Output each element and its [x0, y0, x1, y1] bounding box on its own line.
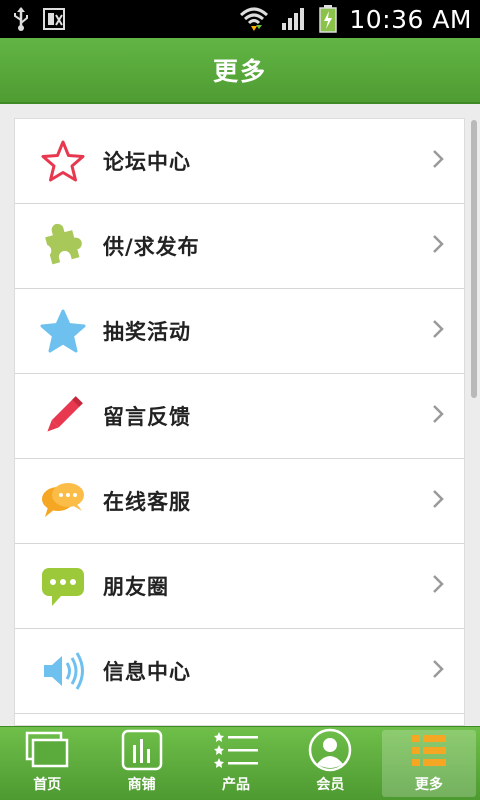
tab-label: 会员: [316, 777, 345, 793]
menu-item-label: 信息中心: [103, 660, 191, 684]
menu-item-supply-demand[interactable]: 供/求发布: [15, 204, 464, 289]
menu-item-feedback[interactable]: 留言反馈: [15, 374, 464, 459]
menu-item-label: 供/求发布: [103, 235, 200, 259]
chevron-right-icon: [432, 659, 444, 683]
menu-item-forum[interactable]: 论坛中心: [15, 119, 464, 204]
shop-bars-icon: [121, 728, 163, 772]
chat-bubbles-icon: [39, 477, 87, 525]
battery-charging-icon: [319, 5, 338, 33]
menu-item-partial: [15, 714, 464, 725]
clock: 10:36 AM: [349, 4, 472, 34]
tab-more[interactable]: 更多: [381, 730, 477, 797]
tab-member[interactable]: 会员: [283, 727, 377, 800]
tab-products[interactable]: 产品: [189, 727, 283, 800]
usb-icon: [12, 5, 30, 33]
tab-label: 更多: [414, 777, 443, 793]
tab-label: 首页: [33, 777, 62, 793]
scrollbar[interactable]: [471, 120, 477, 398]
chevron-right-icon: [432, 489, 444, 513]
menu-item-label: 留言反馈: [103, 405, 191, 429]
star-filled-icon: [39, 307, 87, 355]
menu-item-label: 论坛中心: [103, 150, 191, 174]
menu-item-messages[interactable]: 信息中心: [15, 629, 464, 714]
menu-item-label: 抽奖活动: [103, 320, 191, 344]
member-avatar-icon: [308, 728, 352, 772]
menu-item-friends[interactable]: 朋友圈: [15, 544, 464, 629]
wifi-icon: [239, 5, 269, 33]
app-header: 更多: [0, 38, 480, 104]
signal-icon: [281, 5, 307, 33]
tab-label: 商铺: [127, 777, 156, 793]
more-list-icon: [410, 730, 448, 772]
sim-card-icon: [42, 5, 66, 33]
chevron-right-icon: [432, 574, 444, 598]
menu-item-lottery[interactable]: 抽奖活动: [15, 289, 464, 374]
menu-list: 论坛中心 供/求发布 抽奖活动 留言反馈 在线客服 朋友圈 信息中心: [14, 118, 465, 726]
tab-home[interactable]: 首页: [0, 727, 94, 800]
bottom-nav: 首页 商铺 产品 会员 更多: [0, 726, 480, 800]
speaker-icon: [39, 647, 87, 695]
chevron-right-icon: [432, 319, 444, 343]
pencil-icon: [39, 392, 87, 440]
menu-item-label: 朋友圈: [103, 575, 169, 599]
speech-bubble-icon: [39, 562, 87, 610]
chevron-right-icon: [432, 404, 444, 428]
chevron-right-icon: [432, 149, 444, 173]
menu-item-label: 在线客服: [103, 490, 191, 514]
tab-label: 产品: [222, 777, 251, 793]
star-outline-icon: [39, 137, 87, 185]
chevron-right-icon: [432, 234, 444, 258]
status-bar: 10:36 AM: [0, 0, 480, 38]
home-pages-icon: [25, 728, 69, 772]
menu-item-online-service[interactable]: 在线客服: [15, 459, 464, 544]
page-title: 更多: [212, 57, 267, 86]
product-list-icon: [213, 728, 259, 772]
tab-shop[interactable]: 商铺: [94, 727, 188, 800]
puzzle-icon: [39, 222, 87, 270]
